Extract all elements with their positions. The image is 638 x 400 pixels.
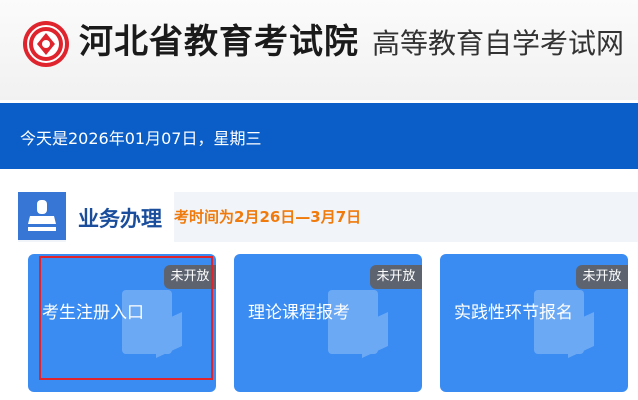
- notice-marquee: 考时间为2月26日—3月7日: [174, 192, 638, 242]
- status-badge: 未开放: [164, 265, 216, 289]
- section-title: 业务办理: [78, 207, 162, 231]
- examination-logo-icon: [23, 21, 69, 67]
- stamp-icon: [18, 192, 66, 240]
- document-watermark-icon: [328, 290, 388, 358]
- business-section-header: 业务办理 考时间为2月26日—3月7日: [18, 192, 638, 242]
- card-label: 理论课程报考: [248, 303, 350, 323]
- document-watermark-icon: [534, 290, 594, 358]
- notice-text: 考时间为2月26日—3月7日: [174, 208, 362, 226]
- site-header: 河北省教育考试院 高等教育自学考试网: [0, 0, 638, 100]
- site-name: 河北省教育考试院: [79, 22, 359, 62]
- card-candidate-registration[interactable]: 考生注册入口 未开放: [28, 254, 216, 392]
- card-label: 实践性环节报名: [454, 303, 573, 323]
- status-badge: 未开放: [370, 265, 422, 289]
- document-watermark-icon: [122, 290, 182, 358]
- card-practical-session-registration[interactable]: 实践性环节报名 未开放: [440, 254, 628, 392]
- card-label: 考生注册入口: [42, 303, 144, 323]
- site-subtitle: 高等教育自学考试网: [372, 27, 625, 60]
- card-theory-course-registration[interactable]: 理论课程报考 未开放: [234, 254, 422, 392]
- date-bar: 今天是2026年01月07日，星期三: [0, 103, 638, 169]
- status-badge: 未开放: [576, 265, 628, 289]
- section-title-box: 业务办理: [66, 192, 174, 242]
- current-date: 今天是2026年01月07日，星期三: [20, 129, 262, 148]
